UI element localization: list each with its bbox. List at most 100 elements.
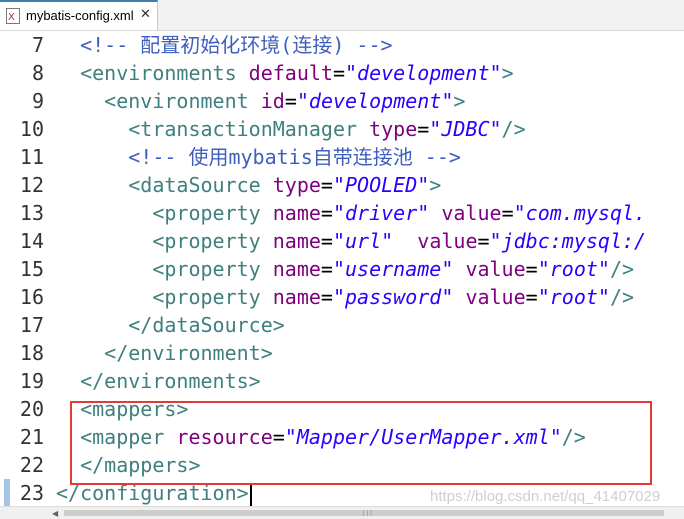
line-number: 12 (19, 173, 44, 197)
token-val: "com.mysql. (513, 201, 647, 225)
tab-mybatis-config[interactable]: X mybatis-config.xml ✕ (0, 0, 158, 30)
token-eq: = (320, 285, 333, 309)
token-attr: name (272, 285, 321, 309)
line-number: 21 (19, 425, 44, 449)
token-val: "username" (332, 257, 454, 281)
token-eq: = (501, 201, 514, 225)
token-attr: id (260, 89, 285, 113)
code-line-13[interactable]: 13 <property name="driver" value="com.my… (0, 199, 684, 227)
token-cmt: <!-- 配置初始化环境(连接) --> (80, 33, 393, 57)
line-number: 14 (19, 229, 44, 253)
code-line-16[interactable]: 16 <property name="password" value="root… (0, 283, 684, 311)
code-line-9[interactable]: 9 <environment id="development"> (0, 87, 684, 115)
token-tag: > (501, 61, 514, 85)
watermark: https://blog.csdn.net/qq_41407029 (430, 488, 661, 505)
code-line-14[interactable]: 14 <property name="url" value="jdbc:mysq… (0, 227, 684, 255)
code-line-7[interactable]: 7 <!-- 配置初始化环境(连接) --> (0, 31, 684, 59)
token-attr: value (417, 229, 478, 253)
code-text: <property name="username" value="root"/> (56, 255, 634, 283)
token-eq: = (320, 257, 333, 281)
line-number: 23 (19, 481, 44, 505)
code-line-11[interactable]: 11 <!-- 使用mybatis自带连接池 --> (0, 143, 684, 171)
token-attr: value (465, 257, 526, 281)
code-text: <dataSource type="POOLED"> (56, 171, 441, 199)
line-number: 20 (19, 397, 44, 421)
code-line-8[interactable]: 8 <environments default="development"> (0, 59, 684, 87)
mappers-highlight-box (70, 401, 652, 485)
token-attr: type (272, 173, 321, 197)
code-text: </environment> (56, 339, 273, 367)
scrollbar-grip-icon: ||| (362, 510, 373, 517)
code-text: <transactionManager type="JDBC"/> (56, 115, 526, 143)
token-eq: = (284, 89, 297, 113)
line-number: 16 (19, 285, 44, 309)
line-number: 22 (19, 453, 44, 477)
text-cursor (249, 482, 252, 506)
xml-file-icon: X (6, 8, 20, 24)
code-line-10[interactable]: 10 <transactionManager type="JDBC"/> (0, 115, 684, 143)
token-tag: </environment> (104, 341, 273, 365)
tab-title: mybatis-config.xml (26, 8, 134, 23)
token-val: "root" (537, 257, 610, 281)
line-number: 17 (19, 313, 44, 337)
code-text: </environments> (56, 367, 261, 395)
token-val: "driver" (332, 201, 430, 225)
token-attr: name (272, 201, 321, 225)
line-number: 13 (19, 201, 44, 225)
token-attr: name (272, 229, 321, 253)
token-tag: <transactionManager (128, 117, 370, 141)
code-text: <!-- 配置初始化环境(连接) --> (56, 31, 393, 59)
token-tag: > (429, 173, 442, 197)
code-line-19[interactable]: 19 </environments> (0, 367, 684, 395)
token-eq: = (320, 173, 333, 197)
token-eq: = (477, 229, 490, 253)
editor-tab-bar: X mybatis-config.xml ✕ (0, 0, 684, 31)
token-tag: /> (501, 117, 526, 141)
token-attr: type (369, 117, 418, 141)
code-line-18[interactable]: 18 </environment> (0, 339, 684, 367)
token-cmt: <!-- 使用mybatis自带连接池 --> (128, 145, 461, 169)
token-val: "JDBC" (429, 117, 502, 141)
token-eq: = (320, 201, 333, 225)
close-icon[interactable]: ✕ (140, 6, 151, 22)
code-editor[interactable]: 7 <!-- 配置初始化环境(连接) --> 8 <environments de… (0, 31, 684, 506)
token-attr: name (272, 257, 321, 281)
token-tag: </environments> (80, 369, 261, 393)
code-line-12[interactable]: 12 <dataSource type="POOLED"> (0, 171, 684, 199)
token-eq: = (320, 229, 333, 253)
code-text: </dataSource> (56, 311, 285, 339)
current-line-marker (4, 479, 10, 506)
token-tag: <property (152, 285, 273, 309)
token-tag: </dataSource> (128, 313, 285, 337)
token-val: "development" (296, 89, 454, 113)
code-line-17[interactable]: 17 </dataSource> (0, 311, 684, 339)
line-number: 11 (19, 145, 44, 169)
line-number: 8 (31, 61, 44, 85)
token-tag: <property (152, 229, 273, 253)
line-number: 10 (19, 117, 44, 141)
code-text: <environment id="development"> (56, 87, 465, 115)
line-number: 7 (31, 33, 44, 57)
code-line-15[interactable]: 15 <property name="username" value="root… (0, 255, 684, 283)
token-tag: <environment (104, 89, 261, 113)
line-number: 9 (31, 89, 44, 113)
token-tag: /> (609, 257, 635, 281)
horizontal-scrollbar[interactable]: ◀ ||| (0, 506, 684, 519)
token-eq: = (525, 257, 538, 281)
scroll-left-arrow-icon[interactable]: ◀ (52, 509, 58, 518)
token-val: "password" (332, 285, 454, 309)
